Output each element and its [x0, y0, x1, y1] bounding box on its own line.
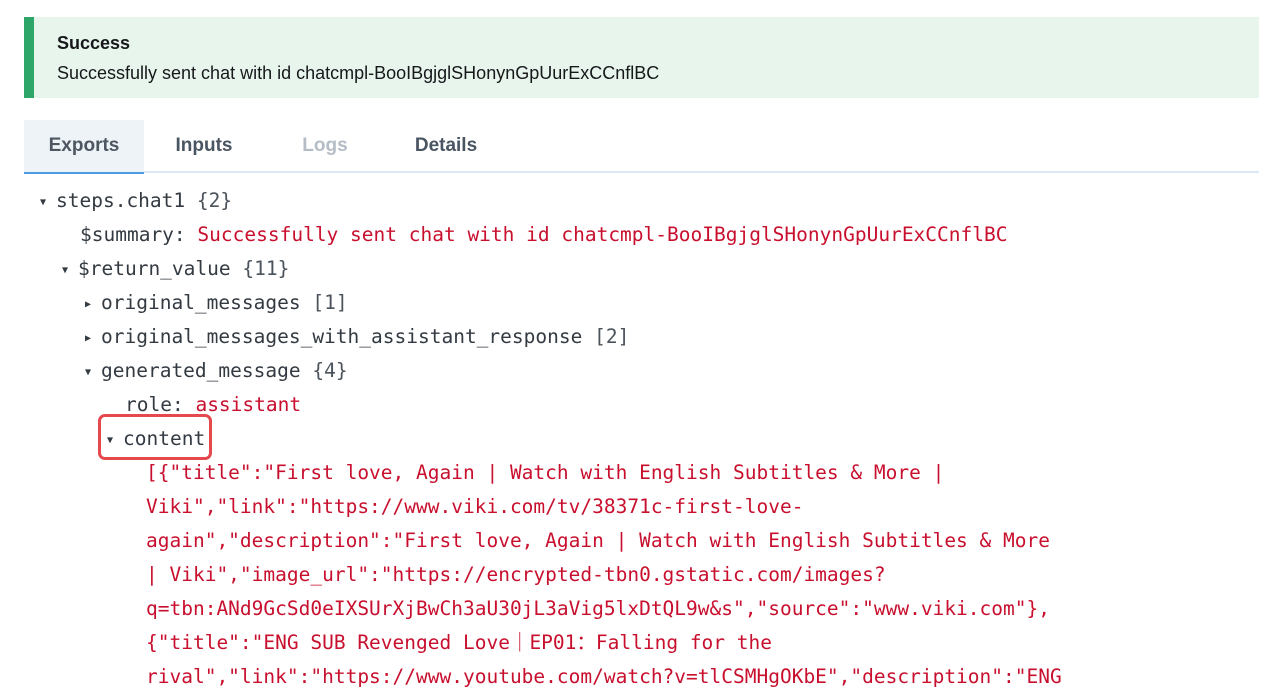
caret-right-icon[interactable]: ▶: [85, 324, 101, 354]
tab-details[interactable]: Details: [386, 120, 506, 172]
caret-down-icon[interactable]: ▼: [62, 256, 78, 286]
content-line: {"title":"ENG SUB Revenged Love｜EP01：Fal…: [146, 631, 772, 654]
node-key: original_messages_with_assistant_respons…: [101, 325, 583, 348]
node-value: Successfully sent chat with id chatcmpl-…: [197, 223, 1008, 246]
node-count: {4}: [312, 359, 348, 382]
content-line: [{"title":"First love, Again | Watch wit…: [146, 461, 945, 484]
caret-down-icon[interactable]: ▼: [85, 358, 101, 388]
tab-bar: Exports Inputs Logs Details: [24, 120, 1259, 174]
caret-down-icon[interactable]: ▼: [40, 188, 56, 218]
node-key: generated_message: [101, 359, 301, 382]
alert-message: Successfully sent chat with id chatcmpl-…: [57, 63, 660, 83]
caret-right-icon[interactable]: ▶: [85, 290, 101, 320]
node-key: original_messages: [101, 291, 301, 314]
content-line: | Viki","image_url":"https://encrypted-t…: [146, 563, 886, 586]
tree-node-summary: $summary: Successfully sent chat with id…: [80, 220, 1007, 250]
tab-logs[interactable]: Logs: [264, 120, 386, 172]
node-count: {2}: [196, 189, 233, 212]
node-count: [1]: [312, 291, 348, 314]
node-key: $summary:: [80, 223, 186, 246]
content-highlight-box: [98, 414, 212, 460]
tree-node-generated-message[interactable]: ▼ generated_message {4}: [85, 356, 348, 386]
tree-node-steps-chat1[interactable]: ▼ steps.chat1 {2}: [40, 186, 232, 216]
tree-node-original-messages-with-assistant-response[interactable]: ▶ original_messages_with_assistant_respon…: [85, 322, 629, 352]
node-count: {11}: [242, 257, 290, 280]
alert-title: Success: [57, 33, 131, 53]
node-value: assistant: [195, 393, 302, 416]
content-line: rival","link":"https://www.youtube.com/w…: [146, 665, 1062, 688]
success-alert: Success Successfully sent chat with id c…: [24, 17, 1259, 98]
tab-inputs[interactable]: Inputs: [144, 120, 264, 172]
content-line: again","description":"First love, Again …: [146, 529, 1050, 552]
tree-node-original-messages[interactable]: ▶ original_messages [1]: [85, 288, 348, 318]
tree-node-return-value[interactable]: ▼ $return_value {11}: [62, 254, 289, 284]
node-count: [2]: [594, 325, 630, 348]
content-line: Viki","link":"https://www.viki.com/tv/38…: [146, 495, 804, 518]
node-key: steps.chat1: [56, 189, 186, 212]
node-key: role:: [125, 393, 184, 416]
content-line: q=tbn:ANd9GcSd0eIXSUrXjBwCh3aU30jL3aVig5…: [146, 597, 1050, 620]
tab-exports[interactable]: Exports: [24, 120, 144, 174]
node-key: $return_value: [78, 257, 231, 280]
